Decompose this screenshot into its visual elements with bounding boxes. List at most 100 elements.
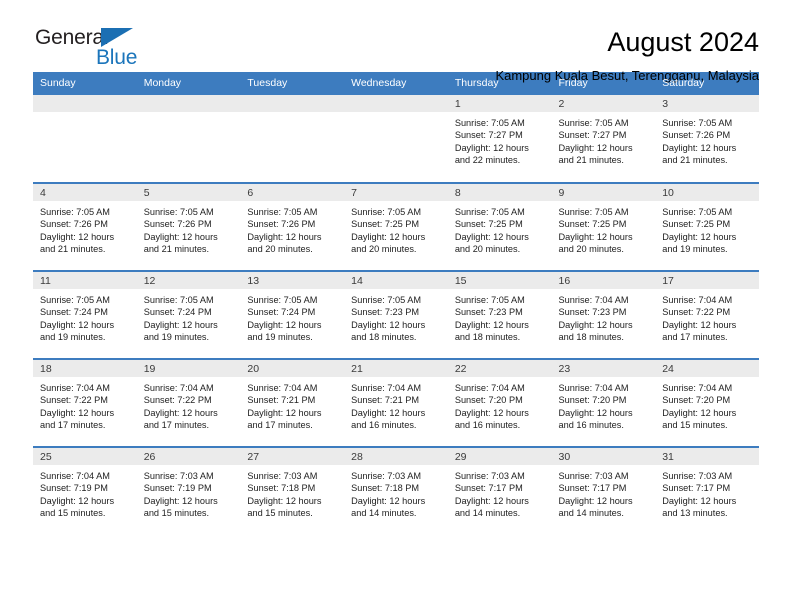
daylight-text-line2: and 20 minutes.: [247, 244, 313, 255]
daylight-text-line1: Daylight: 12 hours: [247, 407, 322, 418]
daylight-text-line1: Daylight: 12 hours: [247, 231, 322, 242]
sunset-text: Sunset: 7:24 PM: [143, 307, 212, 318]
sunset-text: Sunset: 7:18 PM: [247, 483, 316, 494]
day-details: Sunrise: 7:05 AM Sunset: 7:26 PM Daylight:…: [655, 112, 759, 167]
sunrise-text: Sunrise: 7:04 AM: [247, 383, 318, 393]
calendar-day-cell[interactable]: 29 Sunrise: 7:03 AM Sunset: 7:17 PM Dayligh…: [447, 446, 552, 535]
calendar-day-cell[interactable]: 26 Sunrise: 7:03 AM Sunset: 7:19 PM Dayligh…: [136, 446, 241, 535]
sunrise-text: Sunrise: 7:05 AM: [454, 118, 525, 128]
sunrise-text: Sunrise: 7:03 AM: [558, 471, 629, 481]
daylight-text-line2: and 19 minutes.: [662, 244, 728, 255]
calendar-day-cell[interactable]: 21 Sunrise: 7:04 AM Sunset: 7:21 PM Dayligh…: [344, 358, 448, 447]
day-details: Sunrise: 7:05 AM Sunset: 7:23 PM Daylight:…: [344, 289, 448, 344]
calendar-day-cell[interactable]: 1 Sunrise: 7:05 AM Sunset: 7:27 PM Daylight…: [447, 95, 552, 183]
day-details: Sunrise: 7:03 AM Sunset: 7:18 PM Daylight:…: [344, 465, 448, 520]
day-details: Sunrise: 7:04 AM Sunset: 7:21 PM Daylight:…: [240, 377, 344, 432]
calendar-day-cell[interactable]: 25 Sunrise: 7:04 AM Sunset: 7:19 PM Dayligh…: [33, 446, 137, 535]
daylight-text-line1: Daylight: 12 hours: [454, 495, 529, 506]
sunrise-text: Sunrise: 7:05 AM: [247, 207, 318, 217]
daylight-text-line2: and 19 minutes.: [40, 332, 106, 343]
calendar-day-cell[interactable]: 27 Sunrise: 7:03 AM Sunset: 7:18 PM Dayligh…: [240, 446, 345, 535]
day-number: 19: [136, 360, 241, 377]
calendar-day-cell[interactable]: 15 Sunrise: 7:05 AM Sunset: 7:23 PM Dayligh…: [447, 270, 552, 359]
calendar-day-cell[interactable]: 20 Sunrise: 7:04 AM Sunset: 7:21 PM Dayligh…: [240, 358, 345, 447]
calendar-body: 1 Sunrise: 7:05 AM Sunset: 7:27 PM Daylight…: [33, 95, 759, 535]
day-details: Sunrise: 7:04 AM Sunset: 7:20 PM Daylight:…: [655, 377, 759, 432]
sunset-text: Sunset: 7:26 PM: [247, 219, 316, 230]
daylight-text-line1: Daylight: 12 hours: [143, 407, 218, 418]
day-details: Sunrise: 7:04 AM Sunset: 7:22 PM Daylight:…: [655, 289, 759, 344]
daylight-text-line1: Daylight: 12 hours: [454, 231, 529, 242]
calendar-week-row: 18 Sunrise: 7:04 AM Sunset: 7:22 PM Dayligh…: [33, 358, 759, 447]
calendar-day-cell[interactable]: 4 Sunrise: 7:05 AM Sunset: 7:26 PM Daylight…: [33, 182, 137, 271]
sunset-text: Sunset: 7:22 PM: [143, 395, 212, 406]
day-number: 30: [551, 448, 656, 465]
day-number: 9: [551, 184, 656, 201]
calendar-day-cell[interactable]: 13 Sunrise: 7:05 AM Sunset: 7:24 PM Dayligh…: [240, 270, 345, 359]
daylight-text-line1: Daylight: 12 hours: [40, 407, 115, 418]
calendar-day-cell[interactable]: 22 Sunrise: 7:04 AM Sunset: 7:20 PM Dayligh…: [447, 358, 552, 447]
calendar-day-cell[interactable]: 18 Sunrise: 7:04 AM Sunset: 7:22 PM Dayligh…: [33, 358, 137, 447]
day-number: 4: [33, 184, 137, 201]
daylight-text-line2: and 19 minutes.: [247, 332, 313, 343]
daylight-text-line2: and 20 minutes.: [351, 244, 417, 255]
daylight-text-line2: and 20 minutes.: [454, 244, 521, 255]
day-number: [136, 95, 241, 112]
daylight-text-line1: Daylight: 12 hours: [351, 495, 426, 506]
daylight-text-line2: and 17 minutes.: [143, 420, 210, 431]
day-details: Sunrise: 7:04 AM Sunset: 7:21 PM Daylight:…: [344, 377, 448, 432]
day-number: 17: [655, 272, 759, 289]
day-number: 31: [655, 448, 759, 465]
calendar-day-cell[interactable]: 30 Sunrise: 7:03 AM Sunset: 7:17 PM Dayligh…: [551, 446, 656, 535]
calendar-day-cell[interactable]: 31 Sunrise: 7:03 AM Sunset: 7:17 PM Dayligh…: [655, 446, 759, 535]
day-number: 6: [240, 184, 345, 201]
daylight-text-line2: and 13 minutes.: [662, 508, 728, 519]
sunrise-text: Sunrise: 7:05 AM: [143, 295, 214, 305]
calendar-day-cell[interactable]: 7 Sunrise: 7:05 AM Sunset: 7:25 PM Daylight…: [344, 182, 448, 271]
day-number: 15: [447, 272, 552, 289]
sunrise-text: Sunrise: 7:04 AM: [662, 295, 733, 305]
day-details: Sunrise: 7:03 AM Sunset: 7:17 PM Daylight:…: [655, 465, 759, 520]
daylight-text-line2: and 14 minutes.: [351, 508, 417, 519]
calendar-day-cell[interactable]: 10 Sunrise: 7:05 AM Sunset: 7:25 PM Dayligh…: [655, 182, 759, 271]
calendar-day-cell[interactable]: 12 Sunrise: 7:05 AM Sunset: 7:24 PM Dayligh…: [136, 270, 241, 359]
day-number: 11: [33, 272, 137, 289]
sunset-text: Sunset: 7:24 PM: [40, 307, 108, 318]
day-number: 23: [551, 360, 656, 377]
calendar-day-cell[interactable]: 19 Sunrise: 7:04 AM Sunset: 7:22 PM Dayligh…: [136, 358, 241, 447]
calendar-day-cell[interactable]: 9 Sunrise: 7:05 AM Sunset: 7:25 PM Daylight…: [551, 182, 656, 271]
generalblue-logo[interactable]: General Blue: [33, 26, 155, 74]
sunset-text: Sunset: 7:17 PM: [454, 483, 523, 494]
calendar-day-cell[interactable]: 3 Sunrise: 7:05 AM Sunset: 7:26 PM Daylight…: [655, 95, 759, 183]
daylight-text-line2: and 18 minutes.: [351, 332, 417, 343]
day-details: Sunrise: 7:05 AM Sunset: 7:27 PM Daylight:…: [552, 112, 656, 167]
calendar-day-cell[interactable]: 2 Sunrise: 7:05 AM Sunset: 7:27 PM Daylight…: [551, 95, 656, 183]
calendar-table: Sunday Monday Tuesday Wednesday Thursday…: [33, 72, 759, 535]
daylight-text-line2: and 15 minutes.: [143, 508, 210, 519]
calendar-day-cell[interactable]: 23 Sunrise: 7:04 AM Sunset: 7:20 PM Dayligh…: [551, 358, 656, 447]
calendar-day-cell[interactable]: 17 Sunrise: 7:04 AM Sunset: 7:22 PM Dayligh…: [655, 270, 759, 359]
sunrise-text: Sunrise: 7:05 AM: [351, 207, 422, 217]
calendar-day-cell[interactable]: 24 Sunrise: 7:04 AM Sunset: 7:20 PM Dayligh…: [655, 358, 759, 447]
calendar-day-cell[interactable]: 6 Sunrise: 7:05 AM Sunset: 7:26 PM Daylight…: [240, 182, 345, 271]
sunset-text: Sunset: 7:27 PM: [558, 130, 627, 141]
sunrise-text: Sunrise: 7:05 AM: [351, 295, 422, 305]
sunset-text: Sunset: 7:26 PM: [662, 130, 731, 141]
calendar-day-cell[interactable]: 14 Sunrise: 7:05 AM Sunset: 7:23 PM Dayligh…: [344, 270, 448, 359]
daylight-text-line2: and 16 minutes.: [558, 420, 624, 431]
daylight-text-line1: Daylight: 12 hours: [143, 231, 218, 242]
day-number: 5: [136, 184, 241, 201]
daylight-text-line2: and 21 minutes.: [558, 155, 624, 166]
daylight-text-line2: and 17 minutes.: [662, 332, 728, 343]
weekday-header-tuesday: Tuesday: [240, 72, 345, 95]
calendar-day-cell[interactable]: 5 Sunrise: 7:05 AM Sunset: 7:26 PM Daylight…: [136, 182, 241, 271]
logo-text-blue: Blue: [96, 46, 138, 69]
calendar-day-cell[interactable]: 16 Sunrise: 7:04 AM Sunset: 7:23 PM Dayligh…: [551, 270, 656, 359]
calendar-cell-empty: [240, 95, 345, 183]
daylight-text-line2: and 16 minutes.: [351, 420, 417, 431]
calendar-day-cell[interactable]: 11 Sunrise: 7:05 AM Sunset: 7:24 PM Dayligh…: [33, 270, 137, 359]
daylight-text-line2: and 21 minutes.: [662, 155, 728, 166]
calendar-day-cell[interactable]: 28 Sunrise: 7:03 AM Sunset: 7:18 PM Dayligh…: [344, 446, 448, 535]
calendar-day-cell[interactable]: 8 Sunrise: 7:05 AM Sunset: 7:25 PM Daylight…: [447, 182, 552, 271]
sunset-text: Sunset: 7:21 PM: [247, 395, 316, 406]
